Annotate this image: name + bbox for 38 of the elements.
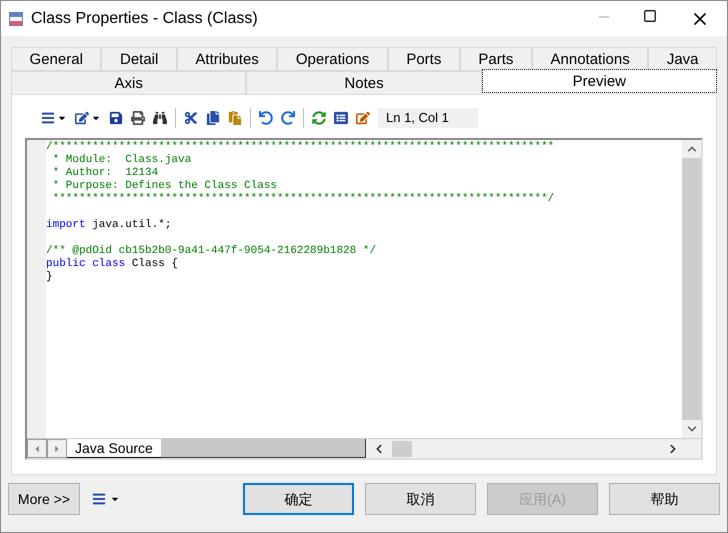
tab[interactable]: Ports [388, 47, 460, 71]
code-text: class [91, 258, 126, 271]
tab[interactable]: Operations [277, 47, 388, 71]
code-text: /**************************************************************************** [46, 141, 554, 154]
scroll-left-icon[interactable] [374, 444, 384, 454]
dialog-button[interactable]: 确定 [243, 483, 354, 515]
scroll-up-icon[interactable] [686, 144, 696, 154]
code-text: ***************************************************************************/ [52, 193, 554, 206]
tab[interactable]: Annotations [532, 47, 648, 71]
tab[interactable]: General [11, 47, 102, 71]
code-text: /** @pdOid cb15b2b0-9a41-447f-9054-2162289b1828 */ [46, 245, 376, 258]
tab[interactable]: Detail [101, 47, 177, 71]
tab[interactable]: Axis [11, 71, 246, 95]
code-text: import [46, 219, 86, 232]
tab[interactable]: Preview [482, 69, 717, 93]
scroll-right-icon[interactable] [668, 444, 678, 454]
menu-icon[interactable] [92, 492, 120, 506]
scroll-thumb[interactable] [392, 440, 412, 456]
tab[interactable]: Notes [246, 71, 482, 95]
cursor-position: Ln 1, Col 1 [378, 108, 478, 128]
app-icon [9, 12, 23, 26]
window-title: Class Properties - Class (Class) [31, 8, 258, 28]
dialog-button[interactable]: 帮助 [609, 483, 720, 515]
dialog-button[interactable]: 取消 [365, 483, 476, 515]
vertical-scrollbar[interactable] [682, 140, 701, 438]
scroll-down-icon[interactable] [686, 424, 696, 434]
code-text: Class { [130, 258, 178, 271]
tab[interactable]: Java [648, 47, 718, 71]
code-text: } [46, 271, 53, 284]
more-button[interactable]: More >> [8, 483, 80, 515]
source-tab[interactable]: Java Source [67, 439, 161, 458]
tab[interactable]: Parts [460, 47, 532, 71]
tab[interactable]: Attributes [176, 47, 278, 71]
code-text: * Purpose: Defines the Class Class [52, 180, 278, 193]
code-text: * Author: 12134 [52, 167, 158, 180]
code-text: java.util.*; [91, 219, 172, 232]
code-text: public [46, 258, 86, 271]
code-text: * Module: Class.java [52, 154, 192, 167]
